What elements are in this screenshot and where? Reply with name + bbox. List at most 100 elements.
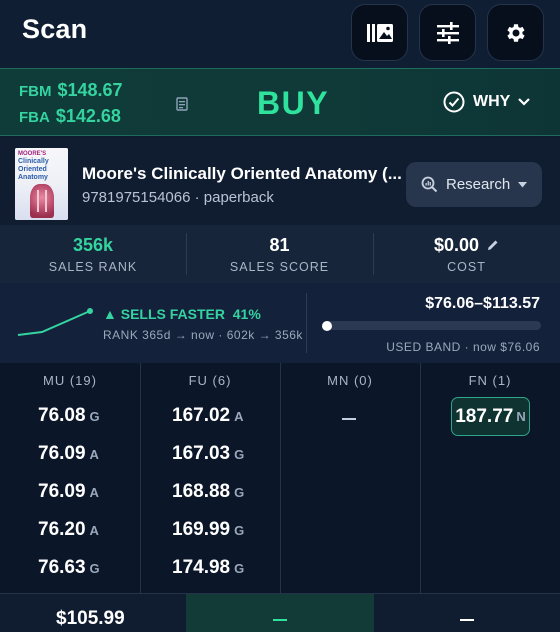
offer-price: 76.09 <box>38 443 86 464</box>
search-chart-icon <box>421 176 438 193</box>
offer-condition: A <box>89 447 99 462</box>
research-button[interactable]: Research <box>406 162 542 207</box>
sales-trend: ▲ SELLS FASTER 41% RANK 365d → now · 602… <box>0 283 306 363</box>
fbm-price-row: FBM $148.67 <box>19 80 123 101</box>
offer-price: 174.98 <box>172 557 231 578</box>
page-title: Scan <box>22 14 88 44</box>
sales-rank-value: 356k <box>72 235 114 255</box>
sliders-icon <box>436 21 459 44</box>
pricing-bar: FBM $148.67 FBA $142.68 BUY WHY <box>0 68 560 136</box>
filters-button[interactable] <box>419 4 476 61</box>
trend-panel: ▲ SELLS FASTER 41% RANK 365d → now · 602… <box>0 283 560 363</box>
app-header: Scan <box>0 0 560 68</box>
column-header: MN (0) <box>327 373 373 388</box>
why-button[interactable]: WHY <box>443 91 531 113</box>
product-isbn-format: 9781975154066 · paperback <box>82 189 274 206</box>
offers-column-mu: MU (19) 76.08 G 76.09 A 76.09 A 76.20 A 76.6… <box>0 363 140 593</box>
offer-price: 168.88 <box>172 481 231 502</box>
summary-cell-3[interactable] <box>374 594 560 632</box>
offer-price: 76.08 <box>38 405 86 426</box>
offer-price: 169.99 <box>172 519 231 540</box>
offer-condition: G <box>89 561 100 576</box>
offer-cell[interactable]: 76.08 G <box>38 405 100 427</box>
cost-label: COST <box>447 260 486 274</box>
summary-dash <box>460 619 474 621</box>
offers-column-mn: MN (0) <box>280 363 420 593</box>
fba-price-row: FBA $142.68 <box>19 106 121 127</box>
gear-icon <box>506 23 525 42</box>
settings-button[interactable] <box>487 4 544 61</box>
summary-value: $105.99 <box>56 608 125 629</box>
fba-price: $142.68 <box>55 106 121 126</box>
offer-condition: G <box>234 561 245 576</box>
rank-history: RANK 365d → now · 602k → 356k <box>103 328 303 342</box>
receipt-icon[interactable] <box>176 97 188 111</box>
summary-cell-2[interactable] <box>186 594 374 632</box>
summary-cell-1[interactable]: $105.99 <box>0 594 186 632</box>
product-card: MOORE'S Clinically Oriented Anatomy Moor… <box>0 137 560 225</box>
column-header: FU (6) <box>188 373 232 388</box>
offers-grid: MU (19) 76.08 G 76.09 A 76.09 A 76.20 A 76.6… <box>0 363 560 593</box>
fbm-price: $148.67 <box>57 80 123 100</box>
used-band-label: USED BAND · now $76.06 <box>386 340 540 354</box>
offer-price: 76.63 <box>38 557 86 578</box>
book-cover-image[interactable]: MOORE'S Clinically Oriented Anatomy <box>15 148 68 220</box>
offer-condition: N <box>516 409 526 424</box>
offer-condition: G <box>234 523 245 538</box>
summary-row: $105.99 <box>0 593 560 632</box>
pencil-icon[interactable] <box>487 239 499 251</box>
sells-faster-text: ▲ SELLS FASTER <box>103 306 225 322</box>
offer-price: 167.02 <box>172 405 231 426</box>
offer-condition: G <box>234 485 245 500</box>
trend-sparkline <box>17 308 93 336</box>
offers-column-fn: FN (1) 187.77 N <box>420 363 560 593</box>
offer-cell[interactable]: 76.63 G <box>38 557 100 579</box>
offer-cell[interactable]: 169.99 G <box>172 519 244 541</box>
offer-cell[interactable]: 167.03 G <box>172 443 244 465</box>
offer-condition: G <box>234 447 245 462</box>
library-icon <box>366 23 393 42</box>
sales-score-value: 81 <box>269 235 290 255</box>
highlighted-offer[interactable]: 187.77 N <box>451 397 530 436</box>
check-circle-icon <box>443 91 465 113</box>
buy-decision: BUY <box>257 85 330 121</box>
fbm-label: FBM <box>19 83 52 100</box>
library-button[interactable] <box>351 4 408 61</box>
sales-rank-stat: 356k SALES RANK <box>0 225 186 283</box>
offer-condition: A <box>89 523 99 538</box>
product-title[interactable]: Moore's Clinically Oriented Anatomy (... <box>82 164 402 184</box>
empty-dash <box>342 418 356 420</box>
offer-condition: G <box>89 409 100 424</box>
cover-text-3: Oriented <box>18 166 47 173</box>
caret-down-icon <box>518 181 528 187</box>
cover-text-4: Anatomy <box>18 174 48 181</box>
offer-cell[interactable]: 76.09 A <box>38 443 99 465</box>
used-band-range: $76.06–$113.57 <box>425 295 540 312</box>
offer-cell[interactable]: 174.98 G <box>172 557 244 579</box>
used-band-track <box>322 321 541 330</box>
offers-column-fu: FU (6) 167.02 A 167.03 G 168.88 G 169.99 G 1… <box>140 363 280 593</box>
offer-cell[interactable]: 76.20 A <box>38 519 99 541</box>
why-label: WHY <box>473 93 511 110</box>
stats-row: 356k SALES RANK 81 SALES SCORE $0.00 COS… <box>0 225 560 283</box>
offer-cell[interactable]: 168.88 G <box>172 481 244 503</box>
offer-condition: A <box>234 409 244 424</box>
offer-price: 76.20 <box>38 519 86 540</box>
research-label: Research <box>446 176 511 193</box>
sales-score-label: SALES SCORE <box>229 260 330 274</box>
offer-condition: A <box>89 485 99 500</box>
cover-text-2: Clinically <box>18 158 49 165</box>
used-band-marker <box>322 321 332 331</box>
cost-value-row: $0.00 <box>373 235 560 256</box>
trend-divider <box>306 293 307 353</box>
offer-cell[interactable]: 167.02 A <box>172 405 244 427</box>
offer-price: 187.77 <box>455 405 514 427</box>
sells-faster-line: ▲ SELLS FASTER 41% <box>103 306 261 322</box>
offer-price: 167.03 <box>172 443 231 464</box>
column-header: MU (19) <box>43 373 97 388</box>
cost-stat[interactable]: $0.00 COST <box>373 225 560 283</box>
cover-text-1: MOORE'S <box>18 151 47 157</box>
offer-cell[interactable]: 76.09 A <box>38 481 99 503</box>
offer-price: 76.09 <box>38 481 86 502</box>
summary-dash <box>273 619 287 621</box>
